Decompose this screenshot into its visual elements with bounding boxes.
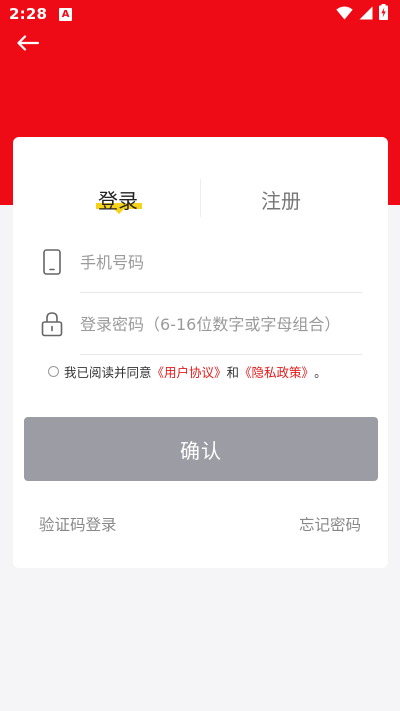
notification-badge-icon: A: [59, 7, 73, 21]
status-icons: [336, 4, 388, 24]
confirm-button[interactable]: 确认: [24, 417, 378, 481]
forgot-password-link[interactable]: 忘记密码: [299, 513, 361, 535]
agreement-prefix: 我已阅读并同意: [64, 364, 152, 380]
password-input[interactable]: [80, 307, 362, 341]
agreement-row: 我已阅读并同意 《用户协议》 和 《隐私政策》 。: [48, 361, 327, 381]
tab-login[interactable]: 登录: [73, 177, 163, 221]
agreement-radio[interactable]: [48, 365, 59, 377]
login-register-tabs: 登录 注册: [13, 177, 388, 221]
tab-register-label: 注册: [261, 188, 301, 213]
lock-icon: [40, 309, 64, 339]
agreement-suffix: 。: [314, 364, 327, 380]
privacy-policy-link[interactable]: 《隐私政策》: [239, 362, 314, 381]
tab-register[interactable]: 注册: [231, 177, 331, 221]
agreement-conjunction: 和: [226, 364, 240, 380]
password-field-divider: [80, 354, 362, 355]
tab-divider: [200, 179, 201, 217]
arrow-left-icon: [16, 35, 40, 55]
status-bar: 2:28 A: [0, 0, 400, 28]
sms-login-link[interactable]: 验证码登录: [39, 513, 117, 535]
phone-icon: [40, 247, 64, 277]
password-field: [40, 299, 362, 355]
phone-field-divider: [80, 292, 362, 293]
signal-icon: [359, 5, 373, 24]
login-card: 登录 注册 我已阅读并同意 《用户协议》 和 《隐私政策》 。 确认 验证码登录…: [13, 137, 388, 568]
user-agreement-link[interactable]: 《用户协议》: [152, 362, 227, 381]
phone-field: [40, 237, 362, 293]
tab-login-label: 登录: [98, 188, 138, 213]
wifi-icon: [336, 5, 353, 24]
back-button[interactable]: [14, 32, 42, 58]
battery-charging-icon: [379, 4, 388, 24]
phone-input[interactable]: [80, 245, 362, 279]
status-time: 2:28: [9, 5, 48, 23]
